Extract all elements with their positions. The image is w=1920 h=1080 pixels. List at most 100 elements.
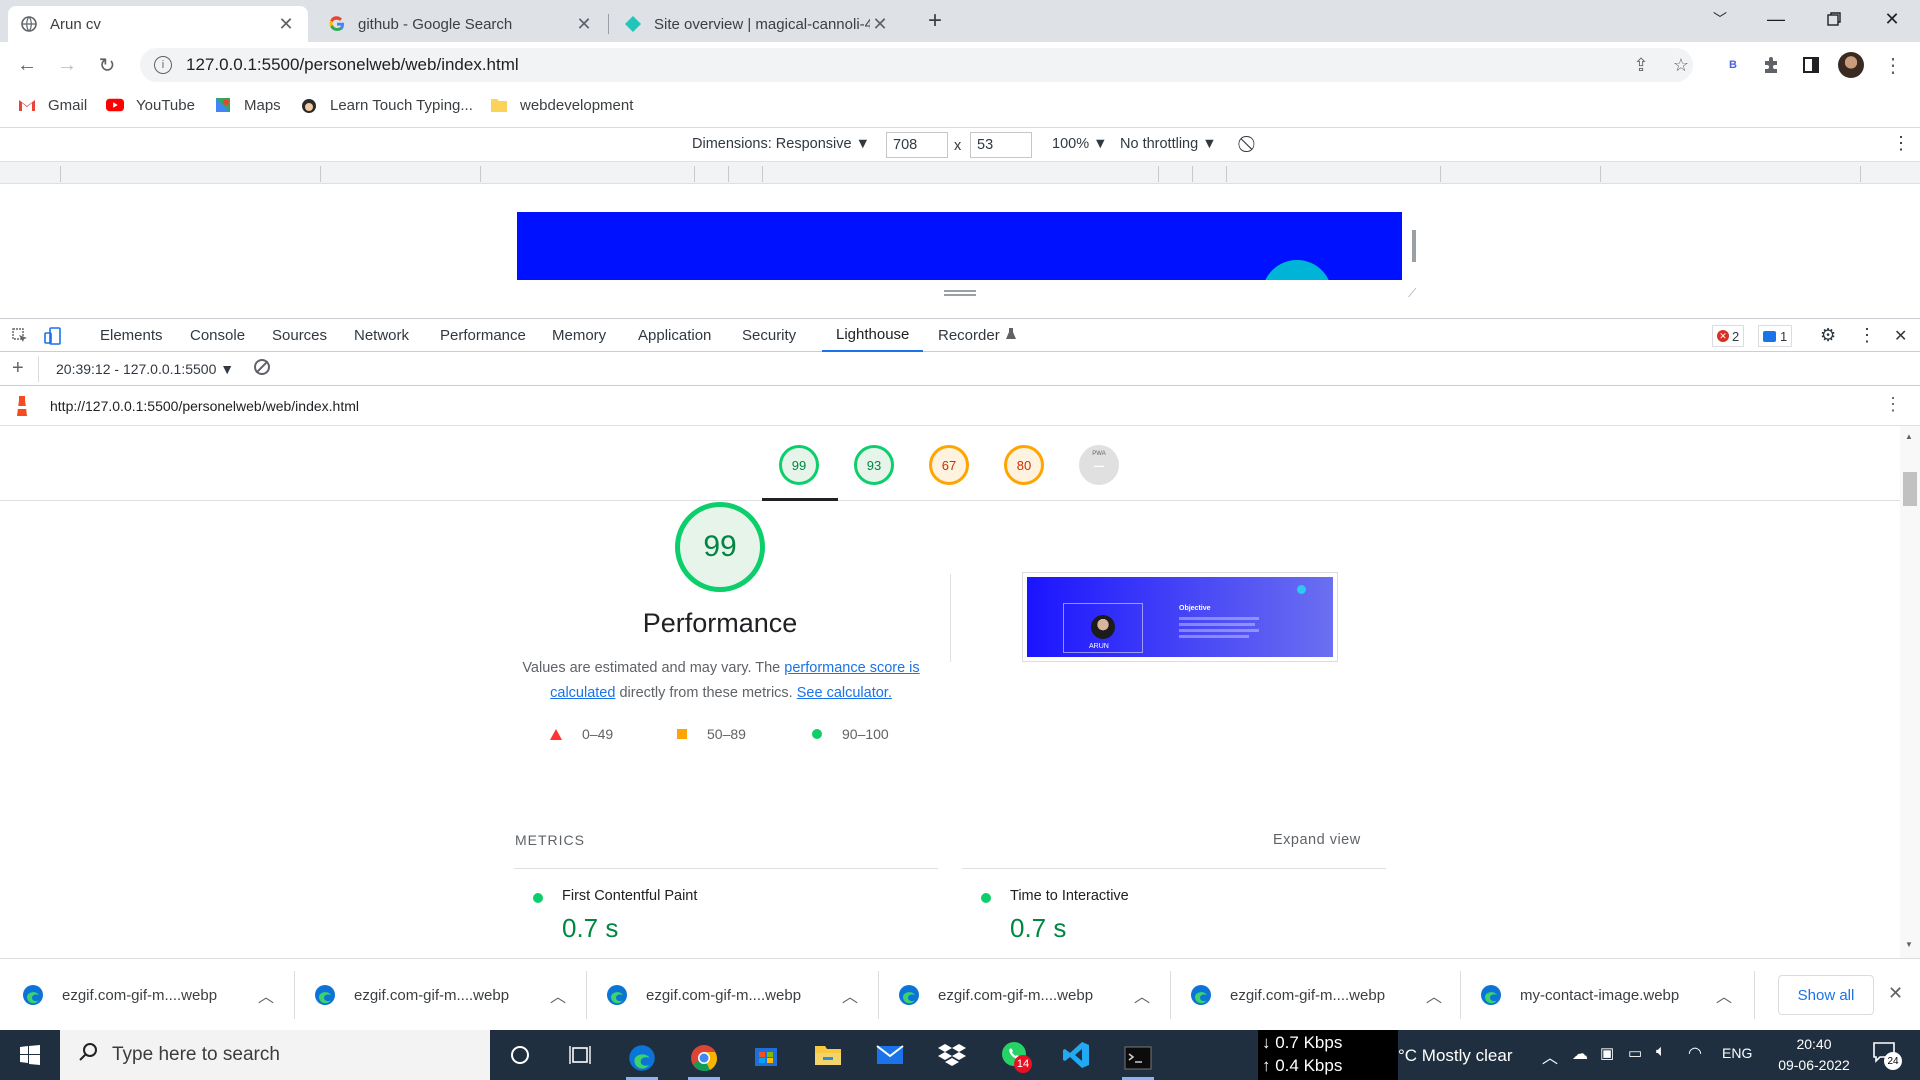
new-tab-button[interactable]: + xyxy=(920,6,950,36)
weather-widget[interactable]: °C Mostly clear xyxy=(1398,1046,1512,1066)
tab-lighthouse[interactable]: Lighthouse xyxy=(822,319,924,352)
download-item[interactable]: ezgif.com-gif-m....webp ︿ xyxy=(22,969,274,1021)
chevron-up-icon[interactable]: ︿ xyxy=(842,983,858,1007)
score-gauge-pwa[interactable]: PWA – xyxy=(1079,445,1119,485)
reload-button[interactable]: ↻ xyxy=(92,50,122,80)
report-url[interactable]: http://127.0.0.1:5500/personelweb/web/in… xyxy=(50,398,359,414)
errors-badge[interactable]: ✕ 2 xyxy=(1712,325,1745,347)
scroll-down-arrow-icon[interactable]: ▼ xyxy=(1905,940,1913,949)
tab-arun-cv[interactable]: Arun cv ✕ xyxy=(8,6,308,42)
settings-gear-icon[interactable]: ⚙ xyxy=(1820,319,1836,352)
taskbar-search[interactable]: Type here to search xyxy=(60,1030,490,1080)
task-view-icon[interactable] xyxy=(564,1039,596,1071)
tab-security[interactable]: Security xyxy=(742,319,796,352)
volume-icon[interactable]: 🔈︎ xyxy=(1656,1043,1666,1061)
chevron-up-icon[interactable]: ︿ xyxy=(258,983,274,1007)
windows-start-icon[interactable] xyxy=(14,1039,46,1071)
edge-taskbar-icon[interactable] xyxy=(626,1039,658,1080)
whatsapp-icon[interactable]: 14 xyxy=(998,1039,1032,1073)
score-gauge-accessibility[interactable]: 93 xyxy=(854,445,894,485)
wifi-icon[interactable]: ◠ xyxy=(1688,1043,1702,1063)
bookmark-gmail[interactable]: Gmail xyxy=(18,96,87,114)
bookmark-maps[interactable]: Maps xyxy=(214,96,281,114)
download-item[interactable]: ezgif.com-gif-m....webp ︿ xyxy=(1190,969,1442,1021)
info-icon[interactable]: i xyxy=(154,56,172,74)
download-item[interactable]: my-contact-image.webp ︿ xyxy=(1480,969,1732,1021)
expand-view-button[interactable]: Expand view xyxy=(1273,832,1361,848)
extensions-puzzle-icon[interactable] xyxy=(1758,52,1784,78)
report-scrollbar[interactable]: ▲ ▼ xyxy=(1900,426,1920,958)
chevron-up-icon[interactable]: ︿ xyxy=(1426,983,1442,1007)
notifications-icon[interactable]: 24 xyxy=(1872,1040,1902,1071)
tab-elements[interactable]: Elements xyxy=(100,319,163,352)
score-gauge-seo[interactable]: 80 xyxy=(1004,445,1044,485)
download-item[interactable]: ezgif.com-gif-m....webp ︿ xyxy=(606,969,858,1021)
device-toggle-icon[interactable] xyxy=(44,319,64,352)
bookmark-touch-typing[interactable]: Learn Touch Typing... xyxy=(300,96,473,114)
zoom-select[interactable]: 100% ▼ xyxy=(1052,136,1107,152)
chrome-taskbar-icon[interactable] xyxy=(688,1039,720,1080)
scrollbar-thumb[interactable] xyxy=(1903,472,1917,506)
back-button[interactable]: ← xyxy=(12,50,42,80)
share-icon[interactable]: ⇪ xyxy=(1628,52,1654,78)
close-window-button[interactable]: ✕ xyxy=(1864,0,1920,38)
download-item[interactable]: ezgif.com-gif-m....webp ︿ xyxy=(898,969,1150,1021)
show-all-button[interactable]: Show all xyxy=(1778,975,1874,1015)
bookmark-youtube[interactable]: YouTube xyxy=(106,96,195,114)
clock-time[interactable]: 20:40 xyxy=(1770,1036,1858,1052)
language-indicator[interactable]: ENG xyxy=(1722,1045,1752,1061)
close-tab-icon[interactable]: ✕ xyxy=(574,14,594,35)
file-explorer-icon[interactable] xyxy=(812,1039,844,1071)
height-input[interactable] xyxy=(970,132,1032,158)
resize-handle-bottom[interactable] xyxy=(944,290,976,296)
close-devtools-icon[interactable]: ✕ xyxy=(1894,319,1907,352)
store-taskbar-icon[interactable] xyxy=(750,1039,782,1071)
browser-menu-icon[interactable]: ⋮ xyxy=(1880,52,1906,78)
terminal-icon[interactable] xyxy=(1122,1039,1154,1080)
bookmark-star-icon[interactable]: ☆ xyxy=(1668,52,1694,78)
width-input[interactable] xyxy=(886,132,948,158)
side-panel-icon[interactable] xyxy=(1798,52,1824,78)
tab-memory[interactable]: Memory xyxy=(552,319,606,352)
resize-corner-handle[interactable]: ⟋ xyxy=(1408,286,1420,300)
tab-netlify-site[interactable]: Site overview | magical-cannoli-4 ✕ xyxy=(612,6,902,42)
new-report-icon[interactable]: + xyxy=(12,357,24,380)
page-preview[interactable] xyxy=(517,212,1402,280)
clear-reports-icon[interactable] xyxy=(254,359,270,375)
cortana-icon[interactable] xyxy=(504,1039,536,1071)
devtools-menu-icon[interactable]: ⋮ xyxy=(1858,319,1876,352)
address-bar[interactable]: i 127.0.0.1:5500/personelweb/web/index.h… xyxy=(140,48,1693,82)
throttling-select[interactable]: No throttling ▼ xyxy=(1120,136,1217,152)
media-query-ruler[interactable] xyxy=(0,162,1920,184)
tab-network[interactable]: Network xyxy=(354,319,409,352)
report-menu-icon[interactable]: ⋮ xyxy=(1884,394,1902,415)
tab-performance[interactable]: Performance xyxy=(440,319,526,352)
resize-handle-right[interactable] xyxy=(1412,230,1416,262)
onedrive-icon[interactable]: ☁ xyxy=(1572,1044,1588,1064)
tab-search-chevron-icon[interactable]: ﹀ xyxy=(1692,0,1748,38)
messages-badge[interactable]: 1 xyxy=(1758,325,1793,347)
score-gauge-best-practices[interactable]: 67 xyxy=(929,445,969,485)
close-tab-icon[interactable]: ✕ xyxy=(276,14,296,35)
report-selector[interactable]: 20:39:12 - 127.0.0.1:5500 ▼ xyxy=(56,361,234,377)
dimensions-select[interactable]: Dimensions: Responsive ▼ xyxy=(692,136,870,152)
tab-github-search[interactable]: github - Google Search ✕ xyxy=(316,6,606,42)
extension-b-icon[interactable]: B xyxy=(1720,52,1746,78)
close-tab-icon[interactable]: ✕ xyxy=(870,14,890,35)
vscode-icon[interactable] xyxy=(1060,1039,1092,1071)
maximize-button[interactable] xyxy=(1806,0,1862,38)
tray-overflow-icon[interactable]: ︿ xyxy=(1542,1044,1558,1068)
final-screenshot[interactable]: ARUN Objective xyxy=(1022,572,1338,662)
close-downloads-icon[interactable]: ✕ xyxy=(1888,983,1903,1004)
score-gauge-performance[interactable]: 99 xyxy=(779,445,819,485)
device-icon[interactable]: ▣ xyxy=(1600,1044,1614,1062)
inspect-element-icon[interactable] xyxy=(12,319,32,352)
minimize-button[interactable]: — xyxy=(1748,0,1804,38)
see-calculator-link[interactable]: See calculator. xyxy=(797,685,892,701)
scroll-up-arrow-icon[interactable]: ▲ xyxy=(1905,432,1913,441)
chevron-up-icon[interactable]: ︿ xyxy=(550,983,566,1007)
tab-application[interactable]: Application xyxy=(638,319,711,352)
dropbox-icon[interactable] xyxy=(936,1039,968,1071)
battery-icon[interactable]: ▭ xyxy=(1628,1044,1642,1062)
forward-button[interactable]: → xyxy=(52,50,82,80)
